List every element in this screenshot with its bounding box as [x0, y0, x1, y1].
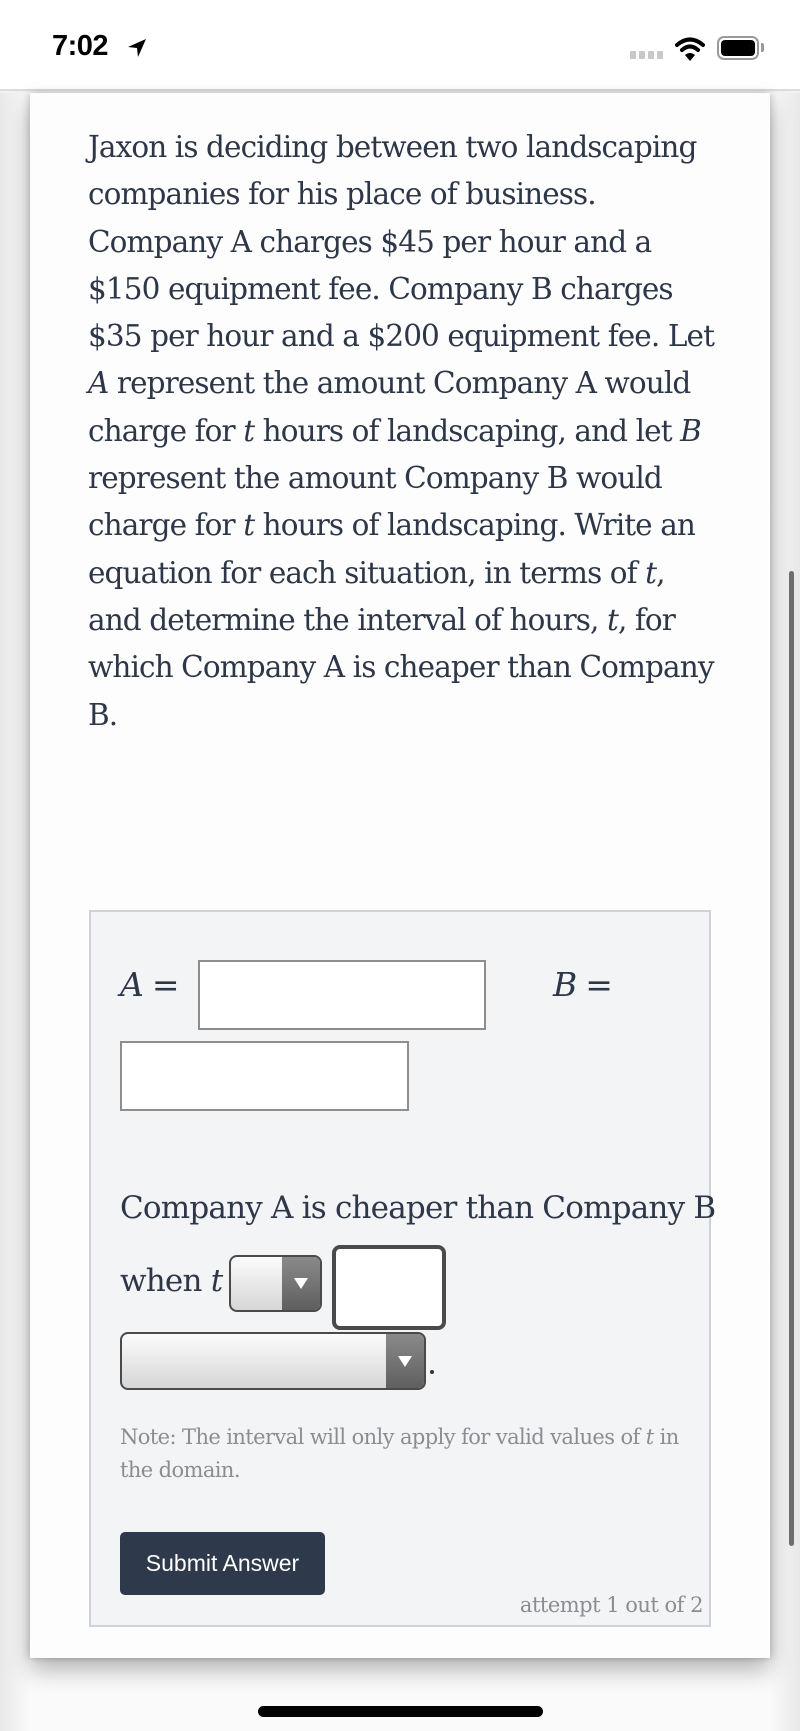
- note-prefix: Note: The interval will only apply for v…: [120, 1425, 646, 1449]
- when-label: when: [120, 1263, 202, 1299]
- math-variable: t: [243, 413, 255, 448]
- battery-icon: [717, 36, 759, 60]
- sentence-line1: Company A is cheaper than Company B: [120, 1190, 716, 1226]
- equals-sign: =: [585, 965, 613, 1004]
- domain-note: Note: The interval will only apply for v…: [120, 1421, 705, 1487]
- battery-cap: [761, 43, 764, 52]
- sentence-when: when t: [120, 1263, 223, 1299]
- chevron-down-icon: [398, 1355, 412, 1367]
- bound-value-input[interactable]: [332, 1245, 446, 1330]
- question-text: Jaxon is deciding between two landscapin…: [88, 124, 718, 739]
- status-time: 7:02: [52, 30, 109, 62]
- equals-sign: =: [151, 965, 180, 1004]
- submit-answer-button[interactable]: Submit Answer: [120, 1532, 325, 1595]
- var-b: B: [553, 965, 578, 1004]
- location-arrow-icon: [128, 39, 146, 57]
- chevron-down-icon: [294, 1278, 308, 1289]
- status-bar: 7:02: [0, 0, 800, 91]
- signal-icon: [630, 51, 663, 59]
- math-variable: A: [88, 366, 109, 401]
- math-variable: t: [243, 508, 255, 543]
- comparison-select[interactable]: [229, 1255, 322, 1312]
- math-variable: B: [680, 413, 702, 448]
- scrollbar[interactable]: [789, 571, 794, 1546]
- equation-b-input[interactable]: [120, 1041, 409, 1111]
- note-var: t: [645, 1425, 654, 1449]
- question-text-segment: hours of landscaping, and let: [254, 413, 681, 448]
- comparison-dropdown-button[interactable]: [282, 1257, 320, 1310]
- sentence-period: [430, 1370, 434, 1374]
- home-indicator[interactable]: [258, 1706, 543, 1717]
- equation-a-label: A =: [120, 965, 180, 1004]
- interval-select[interactable]: [120, 1332, 426, 1390]
- var-t: t: [210, 1263, 223, 1299]
- math-variable: t: [606, 602, 619, 637]
- math-variable: t: [645, 555, 657, 590]
- wifi-icon: [675, 37, 705, 61]
- attempt-counter: attempt 1 out of 2: [519, 1593, 704, 1617]
- var-a: A: [120, 965, 144, 1004]
- question-text-segment: Jaxon is deciding between two landscapin…: [88, 130, 715, 354]
- equation-a-input[interactable]: [198, 960, 486, 1030]
- equation-b-label: B =: [553, 965, 613, 1004]
- interval-dropdown-button[interactable]: [386, 1334, 424, 1388]
